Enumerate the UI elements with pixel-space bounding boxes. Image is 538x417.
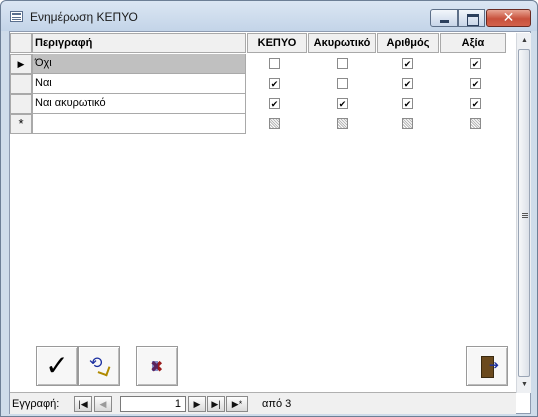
new-row-selector[interactable]: * xyxy=(10,114,32,134)
row-selector[interactable] xyxy=(10,74,32,94)
record-navigation-bar: Εγγραφή: |◀ ◀ 1 ▶ ▶| ▶* από 3 xyxy=(10,392,516,414)
column-header-desc[interactable]: Περιγραφή xyxy=(32,33,246,53)
checkbox-arithmos[interactable] xyxy=(402,78,413,89)
scroll-up-icon[interactable]: ▲ xyxy=(517,33,532,48)
checkbox-axia-new[interactable] xyxy=(470,118,481,129)
current-record-arrow-icon: ▶ xyxy=(17,59,25,69)
checkbox-kepyo[interactable] xyxy=(269,78,280,89)
undo-button[interactable] xyxy=(78,346,120,386)
previous-record-button[interactable]: ◀ xyxy=(94,396,112,412)
exit-button[interactable] xyxy=(466,346,508,386)
row-selector-current[interactable]: ▶ xyxy=(10,54,32,74)
minimize-button[interactable] xyxy=(430,9,458,27)
form-client-area: Περιγραφή ΚΕΠΥΟ Ακυρωτικό Αριθμός Αξία ▶… xyxy=(9,31,531,414)
checkbox-kepyo[interactable] xyxy=(269,98,280,109)
form-icon xyxy=(10,11,23,22)
column-header-axia[interactable]: Αξία xyxy=(440,33,506,53)
grid-corner[interactable] xyxy=(10,33,32,53)
checkbox-arithmos-new[interactable] xyxy=(402,118,413,129)
record-label: Εγγραφή: xyxy=(12,398,60,410)
checkbox-arithmos[interactable] xyxy=(402,58,413,69)
first-record-button[interactable]: |◀ xyxy=(74,396,92,412)
title-bar[interactable]: Ενημέρωση ΚΕΠΥΟ ✕ xyxy=(1,1,537,31)
checkbox-axia[interactable] xyxy=(470,78,481,89)
checkbox-akyrotiko[interactable] xyxy=(337,78,348,89)
checkbox-akyrotiko-new[interactable] xyxy=(337,118,348,129)
maximize-button[interactable] xyxy=(458,9,485,27)
last-record-button[interactable]: ▶| xyxy=(207,396,225,412)
cell-desc[interactable]: Ναι xyxy=(32,74,246,94)
cell-desc[interactable]: Ναι ακυρωτικό xyxy=(32,94,246,114)
scroll-thumb[interactable] xyxy=(518,49,530,377)
scroll-down-icon[interactable]: ▼ xyxy=(517,377,532,392)
ok-button[interactable]: ✓ xyxy=(36,346,78,386)
cell-desc[interactable]: Όχι xyxy=(32,54,246,74)
column-header-arithmos[interactable]: Αριθμός xyxy=(377,33,439,53)
datasheet-grid: Περιγραφή ΚΕΠΥΟ Ακυρωτικό Αριθμός Αξία ▶… xyxy=(10,32,516,392)
row-selector[interactable] xyxy=(10,94,32,114)
checkbox-axia[interactable] xyxy=(470,98,481,109)
checkbox-akyrotiko[interactable] xyxy=(337,58,348,69)
checkbox-arithmos[interactable] xyxy=(402,98,413,109)
close-button[interactable]: ✕ xyxy=(486,9,531,27)
grip-icon xyxy=(522,213,528,214)
new-record-button[interactable]: ▶* xyxy=(226,396,248,412)
window-title: Ενημέρωση ΚΕΠΥΟ xyxy=(30,10,138,24)
close-icon: ✕ xyxy=(502,9,515,25)
new-row-desc-cell[interactable] xyxy=(32,114,246,134)
current-record-input[interactable]: 1 xyxy=(120,396,186,412)
column-header-akyrotiko[interactable]: Ακυρωτικό xyxy=(308,33,376,53)
vertical-scrollbar[interactable]: ▲ ▼ xyxy=(516,33,531,393)
form-window: Ενημέρωση ΚΕΠΥΟ ✕ Περιγραφή ΚΕΠΥΟ Ακυρωτ… xyxy=(0,0,538,417)
column-header-kepyo[interactable]: ΚΕΠΥΟ xyxy=(247,33,307,53)
checkbox-kepyo[interactable] xyxy=(269,58,280,69)
checkbox-kepyo-new[interactable] xyxy=(269,118,280,129)
checkbox-axia[interactable] xyxy=(470,58,481,69)
next-record-button[interactable]: ▶ xyxy=(188,396,206,412)
record-count: από 3 xyxy=(262,398,292,410)
delete-record-button[interactable] xyxy=(136,346,178,386)
checkbox-akyrotiko[interactable] xyxy=(337,98,348,109)
